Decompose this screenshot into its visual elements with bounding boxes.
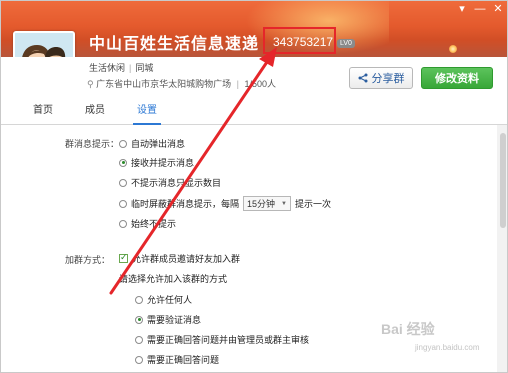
option-auto-popup[interactable]: 自动弹出消息: [119, 137, 185, 150]
option-temp-block[interactable]: 临时屏蔽群消息提示，每隔 15分钟 ▼ 提示一次: [119, 196, 331, 211]
location-pin-icon: ⚲: [87, 79, 94, 89]
radio-verify[interactable]: [135, 315, 143, 324]
vertical-scrollbar[interactable]: [497, 125, 507, 372]
join-method-label: 加群方式：: [65, 255, 111, 265]
join-prompt-text: 请选择允许加入该群的方式: [119, 274, 228, 284]
option-label: 不提示消息只显示数目: [131, 178, 222, 188]
tab-settings[interactable]: 设置: [121, 100, 173, 125]
group-title: 中山百姓生活信息速递: [89, 36, 260, 53]
level-badge: LV0: [337, 39, 355, 48]
option-count-only[interactable]: 不提示消息只显示数目: [119, 176, 221, 189]
allow-invite-label: 允许群成员邀请好友加入群: [132, 254, 241, 264]
option-never-notify[interactable]: 始终不提示: [119, 217, 176, 230]
location-text: 广东省中山市京华太阳城购物广场: [96, 79, 232, 89]
join-method-prompt: 请选择允许加入该群的方式: [119, 272, 227, 285]
radio-never-notify[interactable]: [119, 219, 127, 228]
radio-auto-popup[interactable]: [119, 139, 127, 148]
close-button[interactable]: ✕: [491, 3, 505, 15]
window-controls: ▾ — ✕: [455, 3, 505, 15]
interval-select[interactable]: 15分钟 ▼: [243, 196, 291, 211]
option-label: 需要验证消息: [147, 315, 202, 325]
tab-home[interactable]: 首页: [17, 100, 69, 124]
join-option-answer-review[interactable]: 需要正确回答问题并由管理员或群主审核: [135, 333, 309, 346]
radio-temp-block[interactable]: [119, 199, 127, 208]
group-tags: 生活休闲 | 同城: [89, 63, 154, 73]
option-label: 需要正确回答问题: [147, 355, 220, 365]
join-option-anyone[interactable]: 允许任何人: [135, 293, 192, 306]
join-option-verify[interactable]: 需要验证消息: [135, 313, 201, 326]
highlight-box: [263, 27, 336, 54]
radio-answer-review[interactable]: [135, 335, 143, 344]
option-label: 允许任何人: [147, 295, 193, 305]
allow-invite-option[interactable]: 允许群成员邀请好友加入群: [119, 252, 240, 265]
group-profile-window: ▾ — ✕ 中山百姓生活信息速递 343753217 LV0 生活休闲 | 同城 ⚲…: [0, 0, 508, 373]
option-label: 临时屏蔽群消息提示，每隔: [131, 199, 240, 209]
interval-value: 15分钟: [247, 199, 276, 209]
edit-profile-button[interactable]: 修改资料: [421, 67, 493, 89]
scroll-thumb[interactable]: [500, 133, 506, 228]
tag-local: 同城: [135, 63, 154, 73]
watermark: Bai 经验: [381, 321, 435, 337]
option-receive-notify[interactable]: 接收并提示消息: [119, 156, 194, 169]
tag-category: 生活休闲: [89, 63, 126, 73]
interval-suffix: 提示一次: [294, 199, 331, 209]
option-label: 始终不提示: [131, 219, 177, 229]
radio-answer[interactable]: [135, 355, 143, 364]
watermark-sub: jingyan.baidu.com: [415, 343, 480, 352]
option-label: 需要正确回答问题并由管理员或群主审核: [147, 335, 310, 345]
dropdown-icon[interactable]: ▾: [455, 3, 469, 15]
share-icon: [358, 73, 367, 83]
radio-anyone[interactable]: [135, 295, 143, 304]
share-group-button[interactable]: 分享群: [349, 67, 413, 89]
radio-receive-notify[interactable]: [119, 158, 127, 167]
option-label: 自动弹出消息: [131, 139, 186, 149]
chevron-down-icon: ▼: [281, 200, 287, 207]
tab-bar: 首页 成员 设置: [1, 100, 507, 125]
group-location: ⚲ 广东省中山市京华太阳城购物广场 | 1/500人: [87, 79, 277, 89]
allow-invite-checkbox[interactable]: [119, 252, 128, 263]
radio-count-only[interactable]: [119, 178, 127, 187]
join-option-answer[interactable]: 需要正确回答问题: [135, 353, 219, 366]
message-prompt-label: 群消息提示：: [65, 139, 120, 149]
option-label: 接收并提示消息: [131, 158, 195, 168]
banner-sun-decoration: [449, 45, 457, 53]
minimize-button[interactable]: —: [473, 3, 487, 15]
tab-members[interactable]: 成员: [69, 100, 121, 124]
member-count: 1/500人: [244, 79, 277, 89]
share-label: 分享群: [371, 73, 405, 85]
